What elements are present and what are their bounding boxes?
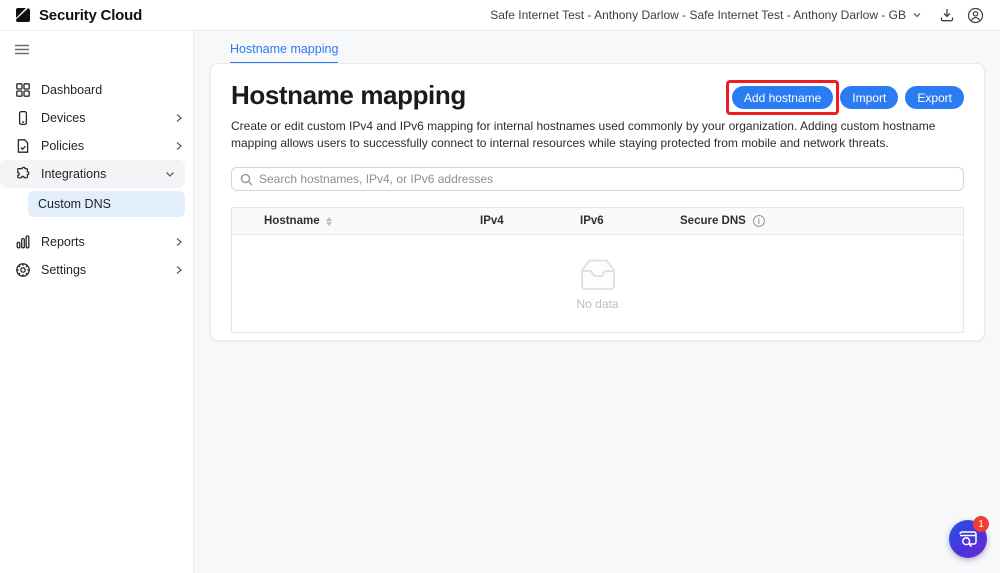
hostname-mapping-card: Hostname mapping Add hostname Import Exp… <box>210 63 985 341</box>
devices-icon <box>15 110 31 126</box>
app-root: Security Cloud Safe Internet Test - Anth… <box>0 0 1000 573</box>
security-cloud-logo-icon <box>14 6 32 24</box>
chevron-right-icon <box>175 237 183 247</box>
sort-icon[interactable] <box>325 216 332 226</box>
search-bar <box>231 167 964 191</box>
notification-badge: 1 <box>973 516 989 532</box>
column-header-ipv6: IPv6 <box>580 215 680 227</box>
reports-icon <box>15 234 31 250</box>
add-hostname-button[interactable]: Add hostname <box>731 86 834 109</box>
sidebar-item-custom-dns[interactable]: Custom DNS <box>28 191 185 217</box>
column-label: Hostname <box>264 215 320 227</box>
search-icon <box>240 173 253 186</box>
sidebar-item-label: Devices <box>41 111 86 125</box>
chevron-down-icon <box>165 170 175 178</box>
brand[interactable]: Security Cloud <box>14 6 142 24</box>
column-header-ipv4: IPv4 <box>480 215 580 227</box>
sidebar-item-dashboard[interactable]: Dashboard <box>0 76 193 104</box>
chevron-right-icon <box>175 113 183 123</box>
account-switcher-label[interactable]: Safe Internet Test - Anthony Darlow - Sa… <box>490 8 906 22</box>
info-icon[interactable]: i <box>752 215 765 227</box>
empty-inbox-icon <box>575 256 621 292</box>
sidebar-item-label: Settings <box>41 263 87 277</box>
tab-hostname-mapping[interactable]: Hostname mapping <box>230 42 339 64</box>
card-header: Hostname mapping Add hostname Import Exp… <box>231 80 964 115</box>
sidebar-item-label: Reports <box>41 235 85 249</box>
sidebar-item-devices[interactable]: Devices <box>0 104 193 132</box>
column-label: IPv4 <box>480 215 504 227</box>
no-data-label: No data <box>576 297 619 311</box>
support-chat-button[interactable]: 1 <box>949 516 989 558</box>
brand-name: Security Cloud <box>39 6 143 24</box>
hostname-table: Hostname IPv4 IPv6 Secure DNS i No data <box>231 207 964 333</box>
top-header: Security Cloud Safe Internet Test - Anth… <box>0 0 1000 31</box>
sidebar-item-label: Integrations <box>41 167 107 181</box>
import-button[interactable]: Import <box>840 86 899 109</box>
sidebar-item-label: Dashboard <box>41 83 103 97</box>
integrations-icon <box>15 166 31 182</box>
account-icon[interactable] <box>964 4 986 26</box>
header-right: Safe Internet Test - Anthony Darlow - Sa… <box>490 4 986 26</box>
sidebar-item-settings[interactable]: Settings <box>0 256 193 284</box>
column-header-hostname[interactable]: Hostname <box>232 215 480 227</box>
chat-search-doc-icon <box>958 530 978 548</box>
page-description: Create or edit custom IPv4 and IPv6 mapp… <box>231 119 936 150</box>
highlighted-action: Add hostname <box>725 80 840 115</box>
empty-state: No data <box>232 235 963 332</box>
sidebar-item-integrations[interactable]: Integrations <box>0 160 185 188</box>
settings-icon <box>15 262 31 278</box>
sidebar-item-policies[interactable]: Policies <box>0 132 193 160</box>
export-button[interactable]: Export <box>905 86 964 109</box>
policies-icon <box>15 138 31 154</box>
sidebar-item-reports[interactable]: Reports <box>0 228 193 256</box>
chevron-down-icon[interactable] <box>912 10 922 20</box>
main-content: Hostname mapping Hostname mapping Add ho… <box>194 31 1000 573</box>
sidebar-item-label: Custom DNS <box>38 197 111 211</box>
menu-toggle-icon[interactable] <box>15 43 29 58</box>
dashboard-icon <box>15 82 31 98</box>
sidebar: Dashboard Devices Policies Integrations … <box>0 31 194 573</box>
download-button[interactable] <box>936 4 958 26</box>
column-label: IPv6 <box>580 215 604 227</box>
search-input[interactable] <box>259 172 955 186</box>
column-label: Secure DNS <box>680 215 746 227</box>
table-header-row: Hostname IPv4 IPv6 Secure DNS i <box>232 208 963 235</box>
action-buttons: Add hostname Import Export <box>725 80 964 115</box>
column-header-secure-dns: Secure DNS i <box>680 215 963 227</box>
chevron-right-icon <box>175 141 183 151</box>
chevron-right-icon <box>175 265 183 275</box>
sidebar-item-label: Policies <box>41 139 85 153</box>
